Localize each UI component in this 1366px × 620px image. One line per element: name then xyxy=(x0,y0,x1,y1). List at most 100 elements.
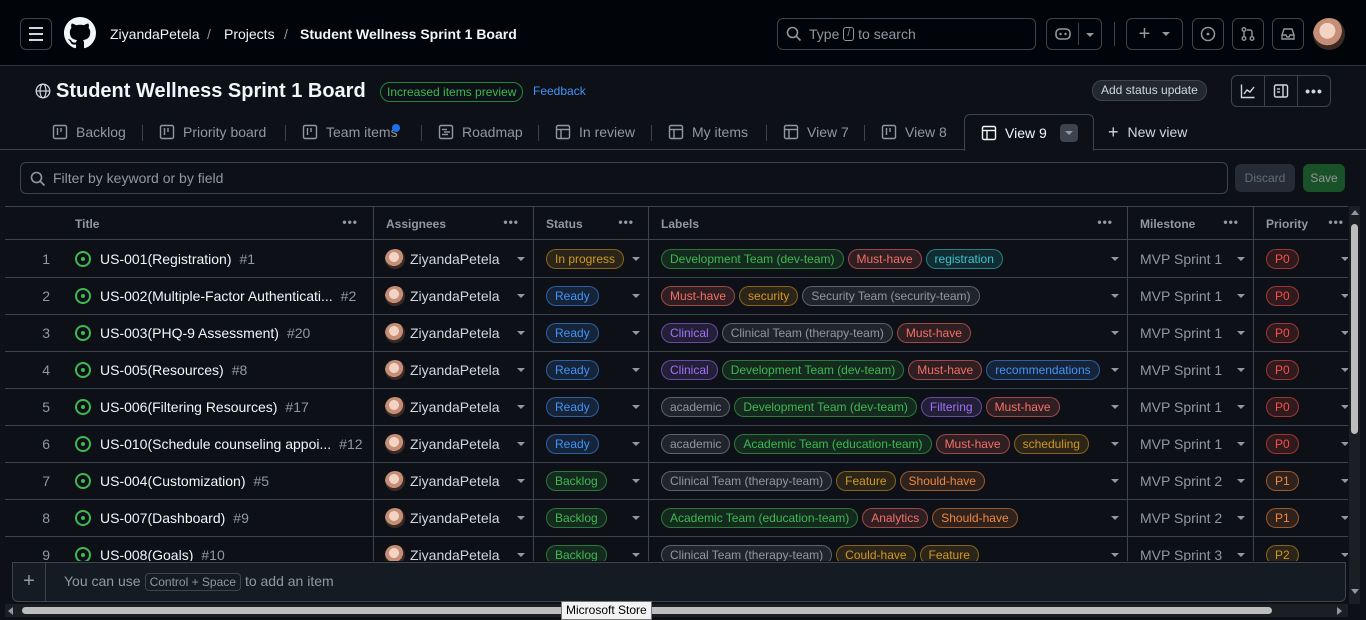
chevron-down-icon[interactable] xyxy=(1341,553,1348,557)
column-menu-icon[interactable]: ••• xyxy=(1223,215,1239,229)
menu-button[interactable] xyxy=(20,18,52,50)
chevron-down-icon[interactable] xyxy=(1111,405,1119,409)
status-cell[interactable]: Ready xyxy=(546,426,603,462)
label-badge[interactable]: Development Team (dev-team) xyxy=(721,360,905,380)
horizontal-scrollbar[interactable] xyxy=(5,604,1348,617)
chevron-down-icon[interactable] xyxy=(1237,405,1245,409)
chevron-down-icon[interactable] xyxy=(1237,442,1245,446)
assignee-cell[interactable]: ZiyandaPetela xyxy=(385,389,533,425)
chevron-down-icon[interactable] xyxy=(1111,479,1119,483)
column-menu-icon[interactable]: ••• xyxy=(1328,215,1344,229)
chevron-down-icon[interactable] xyxy=(517,479,525,483)
priority-badge[interactable]: P0 xyxy=(1266,249,1299,269)
assignee-cell[interactable]: ZiyandaPetela xyxy=(385,241,533,277)
status-badge[interactable]: Ready xyxy=(546,397,599,417)
table-row[interactable]: 8 US-007(Dashboard) #9 ZiyandaPetela Backlog… xyxy=(5,500,1348,537)
label-badge[interactable]: Could-have xyxy=(836,545,916,561)
column-header-title[interactable]: Title ••• xyxy=(67,207,372,240)
label-badge[interactable]: Must-have xyxy=(661,286,736,306)
chevron-down-icon[interactable] xyxy=(1086,33,1094,37)
status-cell[interactable]: Backlog xyxy=(546,537,611,561)
github-logo-icon[interactable] xyxy=(64,17,96,49)
chevron-down-icon[interactable] xyxy=(632,257,640,261)
item-title[interactable]: US-007(Dashboard) xyxy=(100,510,225,526)
chevron-down-icon[interactable] xyxy=(1237,516,1245,520)
label-badge[interactable]: Feature xyxy=(919,545,979,561)
label-badge[interactable]: Development Team (dev-team) xyxy=(734,397,917,417)
chevron-down-icon[interactable] xyxy=(517,553,525,557)
labels-cell[interactable]: Clinical Clinical Team (therapy-team) Must… xyxy=(661,315,1111,351)
chevron-down-icon[interactable] xyxy=(1111,442,1119,446)
chevron-down-icon[interactable] xyxy=(1111,257,1119,261)
table-row[interactable]: 3 US-003(PHQ-9 Assessment) #20 ZiyandaPetel… xyxy=(5,315,1348,352)
more-options-button[interactable]: ••• xyxy=(1298,76,1330,106)
label-badge[interactable]: Should-have xyxy=(932,508,1018,528)
label-badge[interactable]: academic xyxy=(661,434,731,454)
status-cell[interactable]: In progress xyxy=(546,241,628,277)
table-row[interactable]: 9 US-008(Goals) #10 ZiyandaPetela Backlog Cli… xyxy=(5,537,1348,561)
tab-priority-board[interactable]: Priority board xyxy=(159,114,266,150)
project-title[interactable]: Student Wellness Sprint 1 Board xyxy=(56,80,366,103)
item-title[interactable]: US-002(Multiple-Factor Authenticati... xyxy=(100,288,333,304)
label-badge[interactable]: Clinical xyxy=(661,360,718,380)
status-badge[interactable]: Backlog xyxy=(546,508,607,528)
milestone-cell[interactable]: MVP Sprint 1 xyxy=(1140,389,1222,425)
chevron-down-icon[interactable] xyxy=(1111,553,1119,557)
new-view-button[interactable]: + New view xyxy=(1108,114,1187,150)
item-title[interactable]: US-004(Customization) xyxy=(100,473,246,489)
chevron-down-icon[interactable] xyxy=(632,368,640,372)
milestone-cell[interactable]: MVP Sprint 1 xyxy=(1140,278,1222,314)
label-badge[interactable]: Must-have xyxy=(935,434,1010,454)
chevron-down-icon[interactable] xyxy=(1111,331,1119,335)
status-badge[interactable]: Ready xyxy=(546,286,599,306)
label-badge[interactable]: Must-have xyxy=(908,360,983,380)
labels-cell[interactable]: Clinical Team (therapy-team) Could-have Fe… xyxy=(661,537,1111,561)
scroll-right-icon[interactable] xyxy=(1337,607,1342,615)
item-title[interactable]: US-010(Schedule counseling appoi... xyxy=(100,436,331,452)
labels-cell[interactable]: Clinical Team (therapy-team) Feature Shoul… xyxy=(661,463,1111,499)
milestone-cell[interactable]: MVP Sprint 1 xyxy=(1140,315,1222,351)
priority-cell[interactable]: P0 xyxy=(1266,352,1303,388)
assignee-cell[interactable]: ZiyandaPetela xyxy=(385,352,533,388)
priority-cell[interactable]: P1 xyxy=(1266,463,1303,499)
search-input[interactable]: Type / to search xyxy=(777,18,1036,50)
label-badge[interactable]: Analytics xyxy=(862,508,929,528)
side-panel-button[interactable] xyxy=(1265,76,1298,106)
label-badge[interactable]: Should-have xyxy=(899,471,985,491)
breadcrumb-owner[interactable]: ZiyandaPetela xyxy=(110,26,200,42)
chevron-down-icon[interactable] xyxy=(632,516,640,520)
column-header-milestone[interactable]: Milestone ••• xyxy=(1132,207,1253,240)
status-cell[interactable]: Ready xyxy=(546,278,603,314)
label-badge[interactable]: Clinical Team (therapy-team) xyxy=(661,545,833,561)
tab-in-review[interactable]: In review xyxy=(555,114,635,150)
table-row[interactable]: 4 US-005(Resources) #8 ZiyandaPetela Ready Cl… xyxy=(5,352,1348,389)
priority-cell[interactable]: P0 xyxy=(1266,315,1303,351)
milestone-cell[interactable]: MVP Sprint 1 xyxy=(1140,426,1222,462)
chevron-down-icon[interactable] xyxy=(1111,294,1119,298)
chevron-down-icon[interactable] xyxy=(517,294,525,298)
assignee-cell[interactable]: ZiyandaPetela xyxy=(385,537,533,561)
label-badge[interactable]: Clinical Team (therapy-team) xyxy=(661,471,833,491)
label-badge[interactable]: Academic Team (education-team) xyxy=(661,508,859,528)
tab-view-8[interactable]: View 8 xyxy=(881,114,947,150)
chevron-down-icon[interactable] xyxy=(1341,516,1348,520)
priority-cell[interactable]: P0 xyxy=(1266,426,1303,462)
add-item-plus-icon[interactable]: + xyxy=(13,563,46,601)
chevron-down-icon[interactable] xyxy=(1341,257,1348,261)
item-title-cell[interactable]: US-006(Filtering Resources) #17 xyxy=(75,389,372,425)
chevron-down-icon[interactable] xyxy=(1111,516,1119,520)
scroll-down-icon[interactable] xyxy=(1351,589,1359,594)
status-cell[interactable]: Backlog xyxy=(546,463,611,499)
labels-cell[interactable]: Clinical Development Team (dev-team) Must-… xyxy=(661,352,1111,388)
priority-badge[interactable]: P2 xyxy=(1266,545,1299,561)
chevron-down-icon[interactable] xyxy=(1237,331,1245,335)
label-badge[interactable]: recommendations xyxy=(986,360,1100,380)
filter-input[interactable]: Filter by keyword or by field xyxy=(20,162,1228,194)
issues-button[interactable] xyxy=(1192,18,1224,50)
breadcrumb-project[interactable]: Student Wellness Sprint 1 Board xyxy=(300,26,517,42)
item-title-cell[interactable]: US-008(Goals) #10 xyxy=(75,537,372,561)
chevron-down-icon[interactable] xyxy=(517,405,525,409)
priority-cell[interactable]: P0 xyxy=(1266,278,1303,314)
add-status-update-button[interactable]: Add status update xyxy=(1092,80,1207,101)
discard-button[interactable]: Discard xyxy=(1235,164,1295,192)
